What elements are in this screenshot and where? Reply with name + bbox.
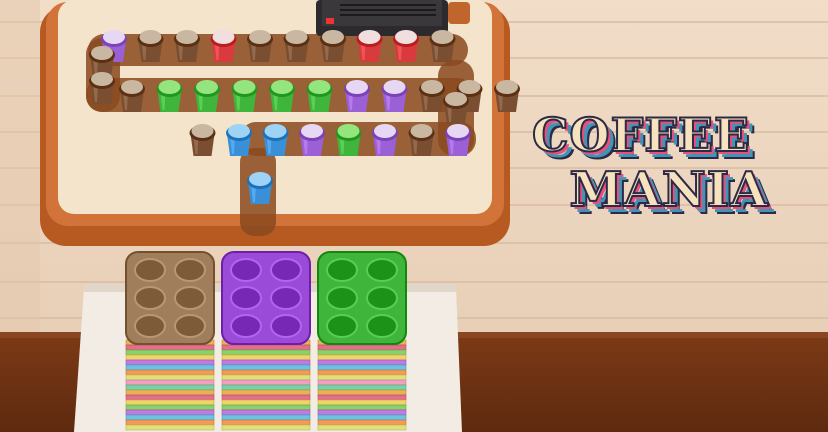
cup-purple[interactable] [299,124,325,156]
tray-stacks [125,251,407,431]
cup-coffee[interactable] [419,80,445,112]
cup-coffee[interactable] [283,30,310,62]
cup-green[interactable] [156,80,183,112]
tray-stack-green[interactable] [317,251,407,431]
cup-green[interactable] [306,80,333,112]
cup-coffee[interactable] [408,124,435,156]
cup-purple[interactable] [372,124,398,156]
cup-blue[interactable] [262,124,289,156]
cup-coffee[interactable] [189,124,216,156]
game-logo: COFFEE MANIA [505,111,795,218]
cup-purple[interactable] [445,124,471,156]
cup-green[interactable] [194,80,220,112]
tray-stack-purple[interactable] [221,251,311,431]
cup-coffee[interactable] [320,30,346,62]
cup-purple[interactable] [381,80,408,112]
cup-coffee[interactable] [247,30,273,62]
cup-coffee[interactable] [494,80,520,112]
tray-stack-coffee[interactable] [125,251,215,431]
cup-coffee[interactable] [119,80,145,112]
cup-green[interactable] [231,80,258,112]
cup-blue[interactable] [226,124,252,156]
cup-red[interactable] [356,30,383,62]
cup-red[interactable] [393,30,419,62]
cup-green[interactable] [269,80,295,112]
cup-coffee[interactable] [89,72,115,104]
cup-green[interactable] [335,124,362,156]
cup-blue[interactable] [247,172,273,204]
cup-red[interactable] [210,30,237,62]
cup-purple[interactable] [344,80,370,112]
cup-coffee[interactable] [174,30,200,62]
cup-coffee[interactable] [137,30,164,62]
logo-line-mania: MANIA [569,162,769,218]
logo-line-coffee: COFFEE [531,108,751,162]
cup-coffee[interactable] [443,92,469,124]
cup-coffee[interactable] [429,30,456,62]
